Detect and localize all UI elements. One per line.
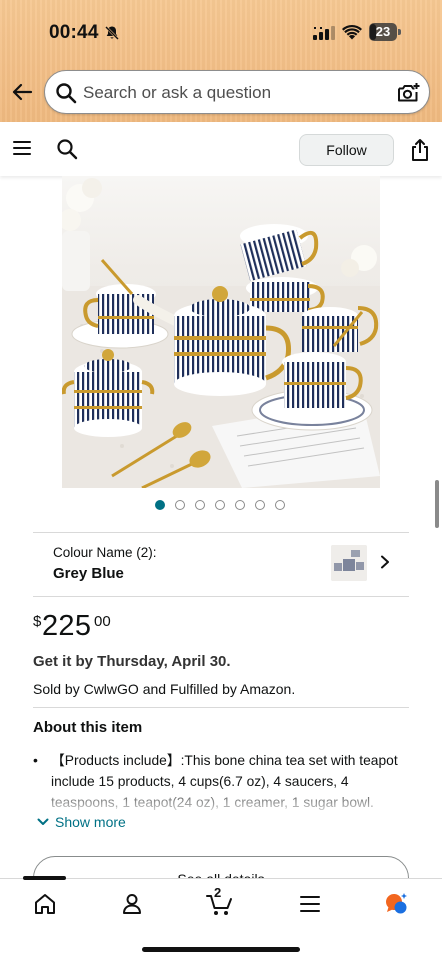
variation-value: Grey Blue: [53, 565, 124, 582]
active-tab-indicator: [23, 876, 66, 880]
scrollbar[interactable]: [435, 480, 439, 528]
app-header: 00:44 23: [0, 0, 442, 122]
camera-search-icon[interactable]: [396, 81, 420, 105]
price-whole: 225: [42, 610, 92, 642]
chevron-down-icon: [37, 818, 49, 825]
product-image[interactable]: [62, 176, 380, 488]
carousel-dot[interactable]: [175, 500, 185, 510]
hamburger-menu-icon[interactable]: [13, 140, 31, 156]
home-indicator: [142, 947, 300, 952]
divider: [33, 596, 409, 597]
carousel-dot[interactable]: [195, 500, 205, 510]
image-carousel-dots: [155, 500, 285, 512]
battery-percent: 23: [375, 24, 391, 39]
cart-count: 2: [214, 885, 222, 900]
variation-label: Colour Name (2):: [53, 545, 157, 560]
carousel-dot[interactable]: [155, 500, 165, 510]
cellular-signal-icon: [313, 26, 335, 40]
search-input[interactable]: [83, 81, 383, 105]
share-icon[interactable]: [409, 138, 431, 162]
account-icon[interactable]: [119, 891, 145, 917]
about-item-heading: About this item: [33, 719, 143, 736]
text-fade-overlay: [33, 783, 413, 813]
carousel-dot[interactable]: [215, 500, 225, 510]
search-icon[interactable]: [56, 138, 78, 160]
show-more-label: Show more: [55, 814, 126, 830]
menu-icon[interactable]: [297, 891, 323, 917]
back-arrow-icon[interactable]: [10, 80, 34, 104]
sold-by-text: Sold by CwlwGO and Fulfilled by Amazon.: [33, 681, 296, 697]
carousel-dot[interactable]: [255, 500, 265, 510]
carousel-dot[interactable]: [235, 500, 245, 510]
price-fraction: 00: [94, 613, 111, 630]
bell-off-icon: [105, 26, 119, 40]
home-icon[interactable]: [32, 891, 58, 917]
price-currency: $: [33, 613, 42, 630]
delivery-date: Get it by Thursday, April 30.: [33, 653, 231, 670]
wifi-icon: [342, 24, 362, 40]
cart-button[interactable]: 2: [206, 885, 236, 917]
tea-set-illustration: [62, 176, 380, 488]
bullet-marker: •: [33, 752, 38, 768]
chevron-right-icon: [381, 555, 389, 569]
status-bar: 00:44 23: [0, 0, 442, 64]
rufus-ai-icon[interactable]: [383, 891, 409, 917]
product-toolbar: Follow: [0, 122, 442, 176]
carousel-dot[interactable]: [275, 500, 285, 510]
search-bar[interactable]: [44, 70, 430, 114]
divider: [33, 707, 409, 708]
colour-variation-selector[interactable]: Colour Name (2): Grey Blue: [33, 532, 409, 596]
search-icon: [56, 83, 77, 104]
variation-thumbnail: [331, 545, 367, 581]
battery-icon: 23: [369, 23, 401, 41]
show-more-link[interactable]: Show more: [37, 812, 126, 832]
status-time: 00:44: [49, 22, 99, 43]
follow-button[interactable]: Follow: [299, 134, 394, 166]
